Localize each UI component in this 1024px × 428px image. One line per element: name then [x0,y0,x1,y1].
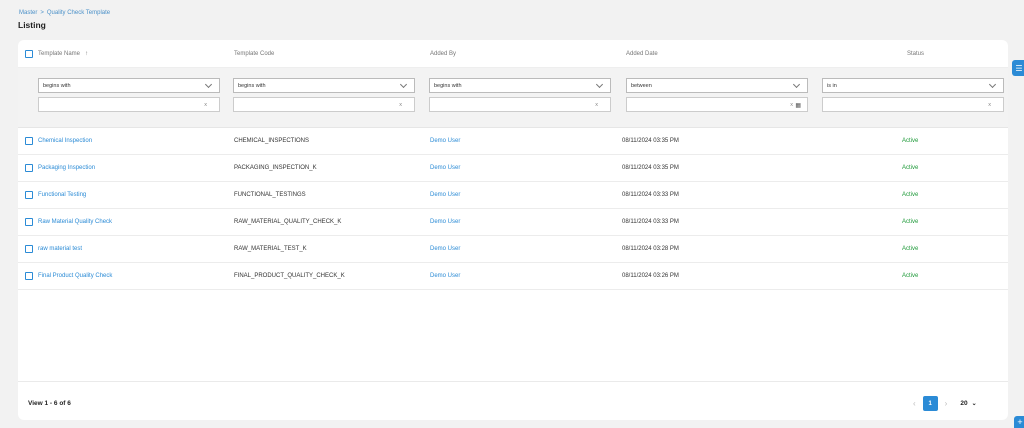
added-date: 08/11/2024 03:33 PM [622,192,679,198]
added-date: 08/11/2024 03:35 PM [622,138,679,144]
added-by-link[interactable]: Demo User [430,219,460,225]
filter-value-input[interactable]: x [822,97,1004,112]
pagination: ‹ 1 › 20 ⌄ [913,396,977,411]
chevron-down-icon: ⌄ [971,401,977,407]
template-name-link[interactable]: Chemical Inspection [38,138,92,144]
chevron-down-icon [595,80,604,89]
added-by-link[interactable]: Demo User [430,138,460,144]
filter-operator-select[interactable]: begins with [38,78,220,93]
template-code: PACKAGING_INSPECTION_K [234,165,317,171]
calendar-icon[interactable]: ▦ [795,102,801,109]
filter-status: is in x [822,78,1004,112]
template-name-link[interactable]: Functional Testing [38,192,86,198]
added-by-link[interactable]: Demo User [430,192,460,198]
filter-operator-select[interactable]: is in [822,78,1004,93]
page-size-select[interactable]: 20 ⌄ [960,400,976,407]
next-page-icon[interactable]: › [945,399,948,408]
added-by-link[interactable]: Demo User [430,165,460,171]
status-badge: Active [902,138,919,144]
footer-divider [18,381,1008,382]
chevron-down-icon [204,80,213,89]
filter-operator-select[interactable]: between [626,78,808,93]
added-by-link[interactable]: Demo User [430,273,460,279]
header-added-by[interactable]: Added By [430,51,456,57]
filter-value-input[interactable]: x [233,97,415,112]
clear-icon[interactable]: x [790,102,793,108]
record-summary: View 1 - 6 of 6 [28,400,71,407]
status-badge: Active [902,192,919,198]
table-row: Functional Testing FUNCTIONAL_TESTINGS D… [18,182,1008,209]
added-date: 08/11/2024 03:26 PM [622,273,679,279]
filter-value-input[interactable]: x [429,97,611,112]
clear-icon[interactable]: x [595,102,598,108]
header-template-code[interactable]: Template Code [234,51,274,57]
filter-template-code: begins with x [233,78,415,112]
sort-asc-icon[interactable]: ↑ [85,51,88,57]
added-by-link[interactable]: Demo User [430,246,460,252]
page-title: Listing [18,20,46,30]
table-row: Packaging Inspection PACKAGING_INSPECTIO… [18,155,1008,182]
listing-card: Template Name ↑ Template Code Added By A… [18,40,1008,420]
status-badge: Active [902,246,919,252]
breadcrumb-master[interactable]: Master [19,10,37,16]
breadcrumb-separator: > [40,10,44,16]
page-size-value: 20 [960,400,968,407]
header-status[interactable]: Status [907,51,924,57]
header-template-name[interactable]: Template Name ↑ [25,49,88,58]
clear-icon[interactable]: x [399,102,402,108]
select-all-checkbox[interactable] [25,49,33,58]
header-added-date[interactable]: Added Date [626,51,658,57]
table-row: Final Product Quality Check FINAL_PRODUC… [18,263,1008,290]
filter-added-by: begins with x [429,78,611,112]
table-row: raw material test RAW_MATERIAL_TEST_K De… [18,236,1008,263]
breadcrumb: Master > Quality Check Template [19,10,110,16]
added-date: 08/11/2024 03:33 PM [622,219,679,225]
chevron-down-icon [988,80,997,89]
filter-template-name: begins with x [38,78,220,112]
template-code: FUNCTIONAL_TESTINGS [234,192,306,198]
row-checkbox[interactable] [25,137,33,145]
row-checkbox[interactable] [25,218,33,226]
row-checkbox[interactable] [25,164,33,172]
status-badge: Active [902,165,919,171]
template-code: RAW_MATERIAL_QUALITY_CHECK_K [234,219,342,225]
prev-page-icon[interactable]: ‹ [913,399,916,408]
clear-icon[interactable]: x [988,102,991,108]
filter-added-date: between x ▦ [626,78,808,112]
added-date: 08/11/2024 03:35 PM [622,165,679,171]
filter-date-input[interactable]: x ▦ [626,97,808,112]
row-checkbox[interactable] [25,245,33,253]
row-checkbox[interactable] [25,272,33,280]
template-code: CHEMICAL_INSPECTIONS [234,138,310,144]
template-code: RAW_MATERIAL_TEST_K [234,246,307,252]
breadcrumb-current[interactable]: Quality Check Template [47,10,110,16]
status-badge: Active [902,273,919,279]
row-checkbox[interactable] [25,191,33,199]
filter-operator-select[interactable]: begins with [429,78,611,93]
page-1-button[interactable]: 1 [922,396,938,411]
template-code: FINAL_PRODUCT_QUALITY_CHECK_K [234,273,345,279]
filter-value-input[interactable]: x [38,97,220,112]
template-name-link[interactable]: Packaging Inspection [38,165,95,171]
filter-operator-select[interactable]: begins with [233,78,415,93]
table-row: Raw Material Quality Check RAW_MATERIAL_… [18,209,1008,236]
filter-row: begins with x begins with x begins with … [18,68,1008,128]
template-name-link[interactable]: Final Product Quality Check [38,273,112,279]
template-name-link[interactable]: raw material test [38,246,82,252]
sliders-icon[interactable]: ☰ [1012,60,1024,76]
added-date: 08/11/2024 03:28 PM [622,246,679,252]
table-row: Chemical Inspection CHEMICAL_INSPECTIONS… [18,128,1008,155]
add-button[interactable]: + [1014,416,1024,428]
template-name-link[interactable]: Raw Material Quality Check [38,219,112,225]
table-header: Template Name ↑ Template Code Added By A… [18,40,1008,68]
status-badge: Active [902,219,919,225]
header-template-name-label: Template Name [38,50,81,57]
chevron-down-icon [792,80,801,89]
chevron-down-icon [399,80,408,89]
clear-icon[interactable]: x [204,102,207,108]
